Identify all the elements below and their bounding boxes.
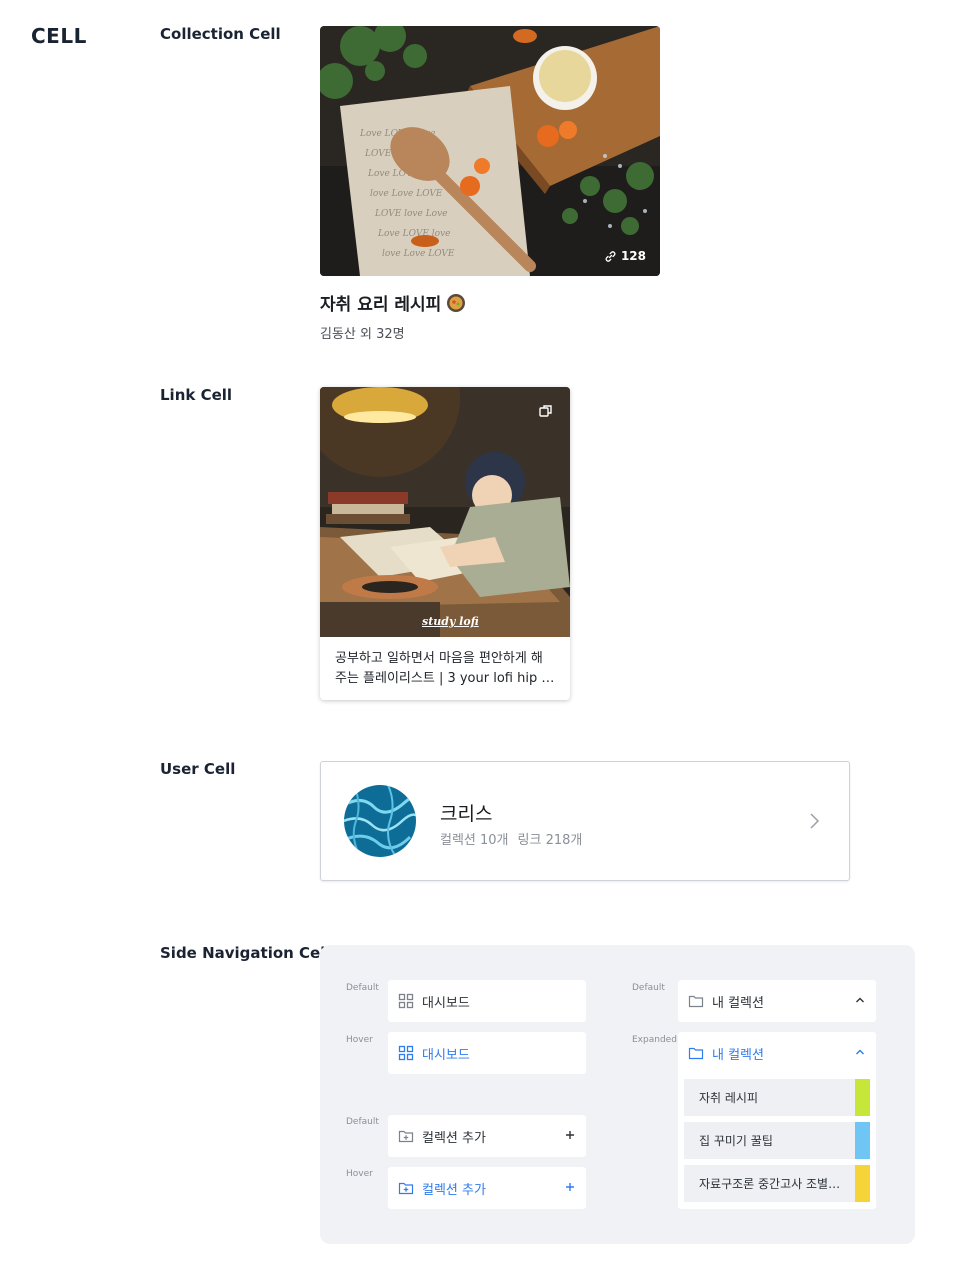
collection-color-swatch	[855, 1079, 870, 1116]
collection-thumbnail: Love LOVE Love LOVE love Love Love LOVE …	[320, 26, 660, 276]
link-title-line1: 공부하고 일하면서 마음을 편안하게 해	[335, 651, 543, 666]
svg-text:love Love LOVE: love Love LOVE	[370, 189, 443, 199]
svg-text:love Love LOVE: love Love LOVE	[382, 249, 455, 259]
folder-icon	[688, 993, 704, 1009]
nav-add-collection-default[interactable]: 컬렉션 추가	[388, 1115, 586, 1157]
collection-cell[interactable]: Love LOVE Love LOVE love Love Love LOVE …	[320, 26, 660, 342]
page-title: CELL	[31, 24, 87, 48]
collection-subtitle: 김동산 외 32명	[320, 327, 405, 342]
section-label-collection: Collection Cell	[160, 25, 281, 43]
nav-dashboard-hover[interactable]: 대시보드	[388, 1032, 586, 1074]
thumb-caption: study lofi	[422, 615, 479, 628]
link-cell[interactable]: study lofi 공부하고 일하면서 마음을 편안하게 해 주는 플레이리스…	[320, 387, 570, 700]
chevron-up-icon[interactable]	[854, 993, 866, 1007]
plus-icon[interactable]	[564, 1128, 576, 1142]
folder-icon	[688, 1045, 704, 1061]
collection-item[interactable]: 자취 레시피	[684, 1079, 870, 1116]
collection-title: 자취 요리 레시피	[320, 290, 660, 315]
link-thumbnail: study lofi	[320, 387, 570, 637]
state-label-hover-2: Hover	[346, 1169, 373, 1179]
grid-icon	[398, 1045, 414, 1061]
nav-my-collection-label-expanded: 내 컬렉션	[712, 1047, 764, 1063]
nav-my-collection-label: 내 컬렉션	[712, 995, 764, 1011]
user-name: 크리스	[440, 803, 493, 825]
collection-item-name: 집 꾸미기 꿀팁	[699, 1134, 773, 1148]
collection-item[interactable]: 집 꾸미기 꿀팁	[684, 1122, 870, 1159]
nav-dashboard-label: 대시보드	[422, 995, 470, 1011]
svg-text:LOVE love Love: LOVE love Love	[374, 209, 448, 219]
nav-add-collection-hover[interactable]: 컬렉션 추가	[388, 1167, 586, 1209]
collection-color-swatch	[855, 1165, 870, 1202]
collection-item-name: 자료구조론 중간고사 조별과제	[699, 1177, 849, 1191]
nav-add-collection-label: 컬렉션 추가	[422, 1130, 486, 1146]
nav-dashboard-default[interactable]: 대시보드	[388, 980, 586, 1022]
state-label-hover: Hover	[346, 1035, 373, 1045]
nav-my-collection-header[interactable]: 내 컬렉션	[678, 1032, 876, 1074]
link-icon	[605, 250, 616, 262]
chevron-right-icon[interactable]	[807, 812, 821, 830]
collection-title-text: 자취 요리 레시피	[320, 295, 442, 315]
state-label-default: Default	[346, 983, 379, 993]
state-label-default-2: Default	[346, 1117, 379, 1127]
collection-item-name: 자취 레시피	[699, 1091, 759, 1105]
user-stats: 컬렉션 10개 링크 218개	[440, 829, 582, 848]
sidenav-panel: Default Hover Default Hover 대시보드 대시보드 컬렉…	[320, 945, 915, 1244]
link-count-stat: 링크 218개	[517, 833, 583, 848]
plus-icon[interactable]	[564, 1180, 576, 1194]
chevron-up-icon[interactable]	[854, 1045, 866, 1059]
section-label-user: User Cell	[160, 760, 236, 778]
stew-pot-icon	[447, 293, 466, 312]
collection-item[interactable]: 자료구조론 중간고사 조별과제	[684, 1165, 870, 1202]
copy-icon[interactable]	[538, 403, 554, 419]
link-title: 공부하고 일하면서 마음을 편안하게 해 주는 플레이리스트 | 3 your …	[320, 637, 570, 700]
folder-plus-icon	[398, 1180, 414, 1196]
folder-plus-icon	[398, 1128, 414, 1144]
state-label-expanded: Expanded	[632, 1035, 677, 1045]
section-label-sidenav: Side Navigation Cell	[160, 944, 331, 962]
nav-my-collection-expanded: 내 컬렉션 자취 레시피 집 꾸미기 꿀팁 자료구조론 중간고사 조별과제	[678, 1032, 876, 1209]
collection-count: 컬렉션 10개	[440, 833, 509, 848]
grid-icon	[398, 993, 414, 1009]
section-label-link: Link Cell	[160, 386, 233, 404]
link-count: 128	[604, 249, 646, 263]
nav-add-collection-label-hover: 컬렉션 추가	[422, 1182, 486, 1198]
link-title-line2: 주는 플레이리스트 | 3 your lofi hip hop	[335, 671, 555, 686]
nav-dashboard-label-hover: 대시보드	[422, 1047, 470, 1063]
avatar	[344, 785, 416, 857]
link-count-value: 128	[620, 249, 646, 263]
nav-my-collection-default[interactable]: 내 컬렉션	[678, 980, 876, 1022]
state-label-default-3: Default	[632, 983, 665, 993]
user-cell[interactable]: 크리스 컬렉션 10개 링크 218개	[320, 761, 850, 881]
collection-color-swatch	[855, 1122, 870, 1159]
